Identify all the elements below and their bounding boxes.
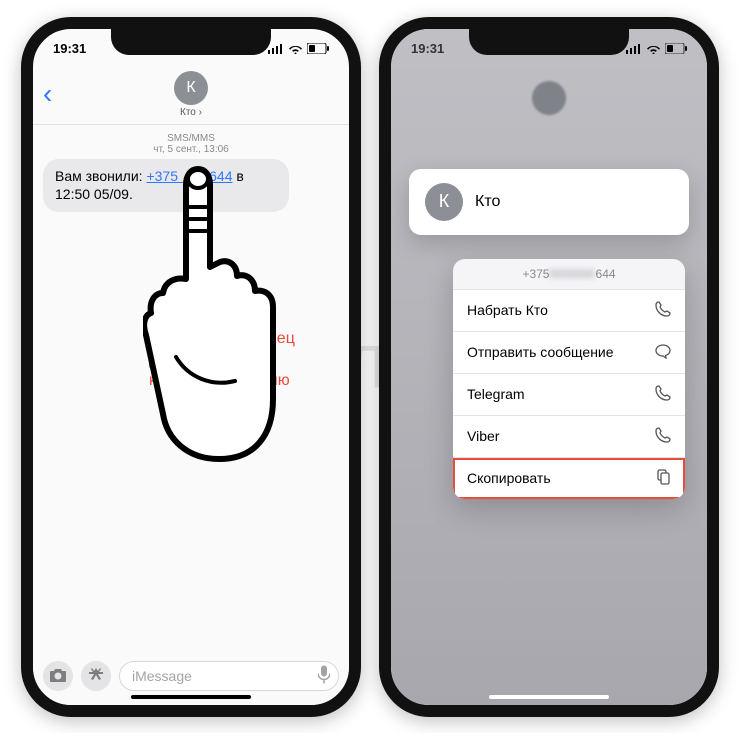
copy-icon (655, 469, 671, 488)
phone-left: 19:31 ‹ К Кто › SMS/MMS чт, 5 сент., 13:… (21, 17, 361, 717)
blurred-avatar (532, 81, 566, 115)
signal-icon (626, 44, 642, 54)
pointing-hand-icon (143, 159, 283, 469)
home-indicator[interactable] (489, 695, 609, 699)
contact-card[interactable]: К Кто (409, 169, 689, 235)
menu-item-1[interactable]: Отправить сообщение (453, 332, 685, 374)
home-indicator[interactable] (131, 695, 251, 699)
wifi-icon (288, 43, 303, 54)
menu-item-label: Viber (467, 428, 499, 444)
battery-icon (665, 43, 687, 54)
status-time: 19:31 (411, 41, 444, 56)
bubble-prefix: Вам звонили: (55, 168, 146, 184)
message-placeholder: iMessage (132, 668, 192, 684)
context-menu: +375000000644 Набрать Кто Отправить сообщ… (453, 259, 685, 499)
avatar: К (174, 71, 208, 105)
message-input[interactable]: iMessage (119, 661, 339, 691)
wifi-icon (646, 43, 661, 54)
menu-item-2[interactable]: Telegram (453, 374, 685, 416)
status-icons (268, 43, 329, 54)
menu-item-label: Отправить сообщение (467, 344, 614, 360)
battery-icon (307, 43, 329, 54)
contact-name: Кто › (180, 107, 202, 118)
messages-header: ‹ К Кто › (33, 69, 349, 125)
menu-item-label: Скопировать (467, 470, 551, 486)
camera-button[interactable] (43, 661, 73, 691)
phone-icon (655, 385, 671, 404)
thread-date: чт, 5 сент., 13:06 (33, 144, 349, 155)
menu-item-0[interactable]: Набрать Кто (453, 290, 685, 332)
phone-icon (655, 427, 671, 446)
camera-icon (50, 669, 66, 682)
menu-item-3[interactable]: Viber (453, 416, 685, 458)
menu-header-number: +375000000644 (453, 259, 685, 290)
notch (111, 29, 271, 55)
thread-type: SMS/MMS (33, 133, 349, 144)
avatar: К (425, 183, 463, 221)
notch (469, 29, 629, 55)
mic-button[interactable] (318, 665, 330, 686)
menu-item-4[interactable]: Скопировать (453, 458, 685, 499)
menu-item-label: Набрать Кто (467, 302, 548, 318)
status-time: 19:31 (53, 41, 86, 56)
status-icons (626, 43, 687, 54)
contact-name: Кто (475, 193, 500, 211)
message-icon (655, 343, 671, 362)
thread-meta: SMS/MMS чт, 5 сент., 13:06 (33, 133, 349, 155)
mic-icon (318, 665, 330, 683)
menu-item-label: Telegram (467, 386, 525, 402)
appstore-button[interactable] (81, 661, 111, 691)
appstore-icon (88, 668, 104, 684)
contact-header[interactable]: К Кто › (43, 71, 339, 118)
phone-right: 19:31 К Кто +375000000644 Набрать Кто Отп… (379, 17, 719, 717)
signal-icon (268, 44, 284, 54)
phone-icon (655, 301, 671, 320)
